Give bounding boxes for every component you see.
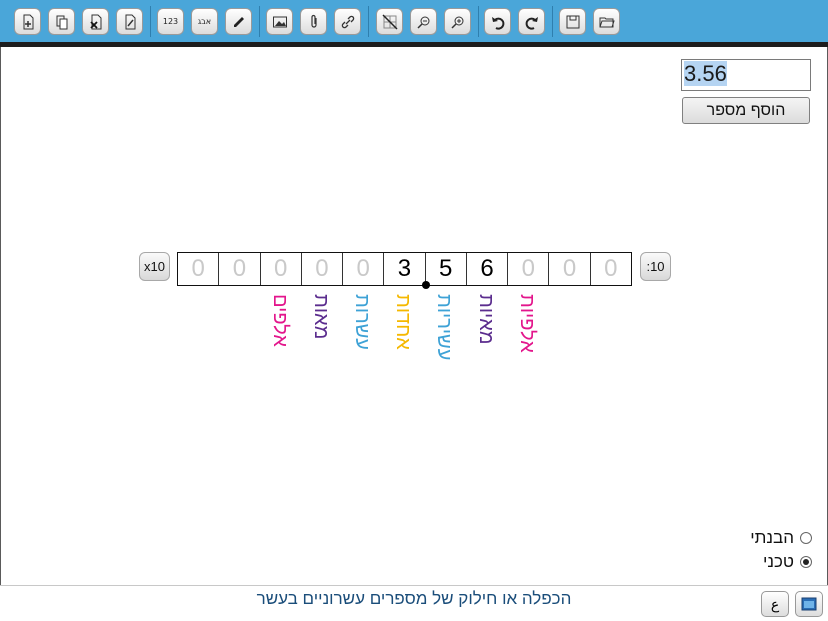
numbers-tool[interactable]: 123 [157,8,184,35]
digit-cell: 0 [589,253,631,285]
decimal-point[interactable] [422,281,430,289]
zoom-in-icon[interactable] [444,8,471,35]
place-label-tenths: עשיריות [433,294,455,361]
app-frame [0,0,828,620]
digit-cell: 0 [342,253,383,285]
mode-option-label: טכני [762,552,794,571]
add-number-button-label: הוסף מספר [706,101,786,119]
place-label-thousands: אלפים [269,294,291,347]
multiply-label: x10 [144,259,165,274]
divide-label: :10 [646,259,665,274]
number-input-value: 3.56 [684,61,727,86]
mode-option-technical[interactable]: טכני [763,552,812,572]
place-value-grid: 0 0 0 0 0 3 5 6 0 0 0 [177,252,632,286]
place-label-tens: עשרות [351,294,373,350]
toolbar-separator [478,6,479,37]
pencil-icon[interactable] [225,8,252,35]
digit-cell: 3 [383,253,424,285]
place-label-ones: אחדות [392,294,414,350]
letters-tool-label: אבג [197,17,212,26]
toolbar-divider [0,42,828,47]
digit-cell: 0 [218,253,259,285]
new-page-icon[interactable] [14,8,41,35]
digit-cell: 0 [259,253,301,285]
add-number-button[interactable]: הוסף מספר [682,97,810,124]
digit-cell: 0 [548,253,589,285]
place-label-thousandths: אלפיות [516,294,538,353]
undo-icon[interactable] [484,8,511,35]
radio-button[interactable] [800,532,812,544]
multiply-by-ten-button[interactable]: x10 [139,252,170,281]
toolbar: 123 אבג [0,0,828,42]
radio-button-selected[interactable] [800,556,812,568]
mode-option-understood[interactable]: הבנתי [750,528,812,548]
digit-cell: 5 [424,253,466,285]
language-label: ع [770,595,780,612]
numbers-tool-label: 123 [162,17,179,26]
letters-tool[interactable]: אבג [191,8,218,35]
toolbar-separator [552,6,553,37]
open-folder-icon[interactable] [593,8,620,35]
mode-option-label: הבנתי [750,528,794,547]
divide-by-ten-button[interactable]: :10 [640,252,671,281]
toolbar-separator [368,6,369,37]
page-title: הכפלה או חילוק של מספרים עשרוניים בעשר [256,589,572,608]
language-button[interactable]: ع [761,591,789,617]
copy-page-icon[interactable] [48,8,75,35]
place-label-hundreds: מאות [310,294,332,340]
image-icon[interactable] [266,8,293,35]
attachment-icon[interactable] [300,8,327,35]
zoom-out-icon[interactable] [410,8,437,35]
digit-cell: 0 [300,253,342,285]
toolbar-separator [259,6,260,37]
window-icon[interactable] [795,591,823,617]
digit-cell: 6 [465,253,507,285]
edit-page-icon[interactable] [116,8,143,35]
number-input[interactable]: 3.56 [681,59,811,91]
toolbar-separator [150,6,151,37]
link-icon[interactable] [334,8,361,35]
digit-cell: 0 [507,253,548,285]
save-icon[interactable] [559,8,586,35]
redo-icon[interactable] [518,8,545,35]
hide-grid-icon[interactable] [376,8,403,35]
delete-page-icon[interactable] [82,8,109,35]
digit-cell: 0 [191,255,205,282]
place-label-hundredths: מאיות [475,294,497,345]
